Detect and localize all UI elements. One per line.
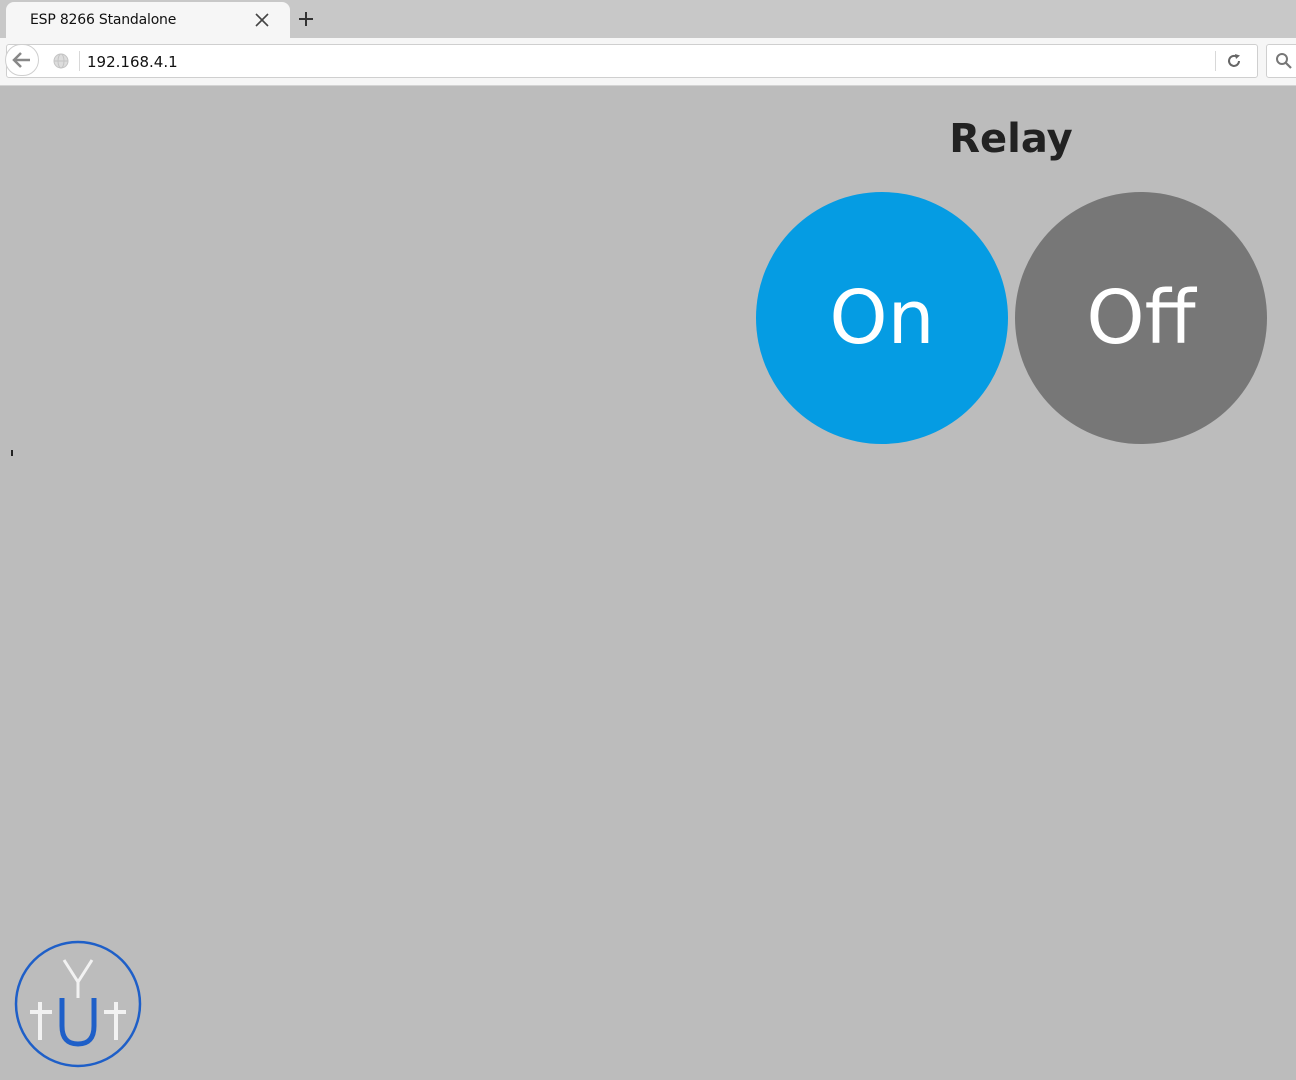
search-icon[interactable] — [1275, 52, 1293, 70]
off-button[interactable]: Off — [1015, 192, 1267, 444]
url-separator — [79, 51, 80, 71]
back-arrow-icon[interactable] — [5, 44, 39, 76]
reload-icon[interactable] — [1225, 52, 1243, 70]
address-bar[interactable]: 192.168.4.1 — [5, 44, 1258, 78]
tab-title: ESP 8266 Standalone — [30, 12, 177, 28]
navigation-bar: 192.168.4.1 — [0, 38, 1296, 86]
tab-esp-standalone[interactable]: ESP 8266 Standalone — [6, 2, 290, 38]
page-title: Relay — [949, 116, 1073, 162]
on-button[interactable]: On — [756, 192, 1008, 444]
globe-icon[interactable] — [53, 53, 69, 69]
stray-mark — [11, 450, 13, 456]
search-box[interactable] — [1266, 44, 1296, 78]
page-content: Relay On Off — [0, 86, 1296, 1080]
reload-separator — [1215, 51, 1216, 71]
watermark-logo — [14, 940, 142, 1068]
close-icon[interactable] — [252, 10, 272, 30]
tab-bar: ESP 8266 Standalone — [0, 0, 1296, 38]
plus-icon[interactable] — [296, 9, 316, 29]
url-text[interactable]: 192.168.4.1 — [87, 53, 178, 71]
